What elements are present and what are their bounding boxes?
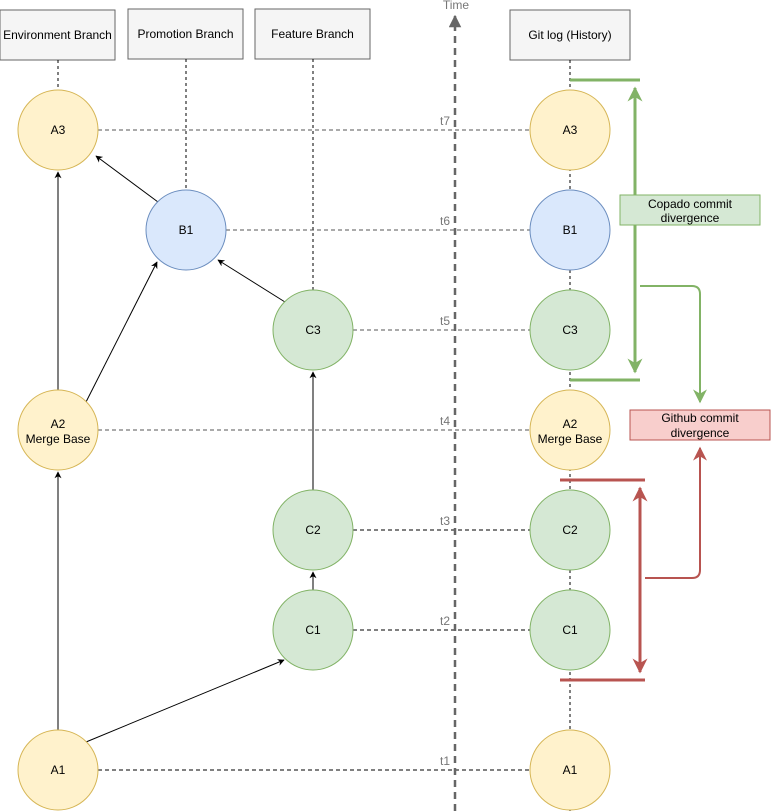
copado-label-line1: Copado commit — [648, 197, 733, 211]
node-a2-sublabel: Merge Base — [26, 432, 91, 446]
node-a1[interactable]: A1 — [17, 729, 99, 811]
lane-header-environment: Environment Branch — [0, 9, 116, 61]
history-node-a3-label: A3 — [563, 123, 578, 137]
lane-header-history: Git log (History) — [509, 9, 631, 61]
lane-header-promotion: Promotion Branch — [127, 8, 244, 60]
lane-header-feature: Feature Branch — [254, 8, 371, 60]
github-label-line1: Github commit — [661, 411, 739, 425]
copado-divergence-label: Copado commit divergence — [619, 194, 761, 226]
history-node-b1-label: B1 — [563, 223, 578, 237]
node-a3-label: A3 — [51, 123, 66, 137]
git-divergence-diagram: Environment Branch Promotion Branch Feat… — [0, 0, 771, 811]
history-node-c3[interactable]: C3 — [529, 289, 611, 371]
time-tick-t6: t6 — [440, 214, 450, 228]
history-node-c2[interactable]: C2 — [529, 489, 611, 571]
history-node-c1[interactable]: C1 — [529, 589, 611, 671]
node-c3-label: C3 — [305, 323, 321, 337]
github-connector-arrow — [645, 446, 707, 579]
edge-c3-to-b1 — [217, 259, 286, 303]
history-node-a2-sublabel: Merge Base — [538, 432, 603, 446]
node-a3[interactable]: A3 — [17, 89, 99, 171]
time-tick-t4: t4 — [440, 414, 450, 428]
copado-to-github-connector — [640, 285, 707, 404]
history-node-a2-merge-base[interactable]: A2 Merge Base — [529, 389, 611, 471]
node-c2-label: C2 — [305, 523, 321, 537]
node-c1[interactable]: C1 — [272, 589, 354, 671]
node-c2[interactable]: C2 — [272, 489, 354, 571]
node-b1[interactable]: B1 — [145, 189, 227, 271]
time-tick-t7: t7 — [440, 114, 450, 128]
node-a1-label: A1 — [51, 763, 66, 777]
edge-a2-to-b1 — [85, 261, 158, 403]
lane-lifelines — [57, 59, 571, 811]
history-node-c3-label: C3 — [562, 323, 578, 337]
lane-title-environment: Environment Branch — [3, 28, 112, 42]
time-connectors — [98, 129, 530, 431]
lane-title-history: Git log (History) — [528, 28, 611, 42]
time-tick-t2: t2 — [440, 614, 450, 628]
time-tick-t1: t1 — [440, 754, 450, 768]
edge-a1-to-c1 — [85, 659, 285, 743]
time-ticks: t1 t2 t3 t4 t5 t6 t7 — [440, 114, 450, 768]
history-node-a1-label: A1 — [563, 763, 578, 777]
history-node-c2-label: C2 — [562, 523, 578, 537]
edge-b1-to-a3 — [95, 155, 159, 203]
history-node-a2-label: A2 — [563, 417, 578, 431]
github-label-line2: divergence — [671, 426, 730, 440]
lane-title-feature: Feature Branch — [271, 27, 354, 41]
node-c3[interactable]: C3 — [272, 289, 354, 371]
history-node-a1[interactable]: A1 — [529, 729, 611, 811]
node-a2-merge-base[interactable]: A2 Merge Base — [17, 389, 99, 471]
node-c1-label: C1 — [305, 623, 321, 637]
node-a2-label: A2 — [51, 417, 66, 431]
node-b1-label: B1 — [179, 223, 194, 237]
github-divergence-label: Github commit divergence — [629, 409, 771, 441]
history-node-a3[interactable]: A3 — [529, 89, 611, 171]
time-tick-t3: t3 — [440, 514, 450, 528]
history-node-c1-label: C1 — [562, 623, 578, 637]
lane-title-promotion: Promotion Branch — [137, 27, 233, 41]
copado-label-line2: divergence — [661, 211, 720, 225]
history-node-b1[interactable]: B1 — [529, 189, 611, 271]
time-axis-label: Time — [443, 0, 470, 12]
time-tick-t5: t5 — [440, 314, 450, 328]
